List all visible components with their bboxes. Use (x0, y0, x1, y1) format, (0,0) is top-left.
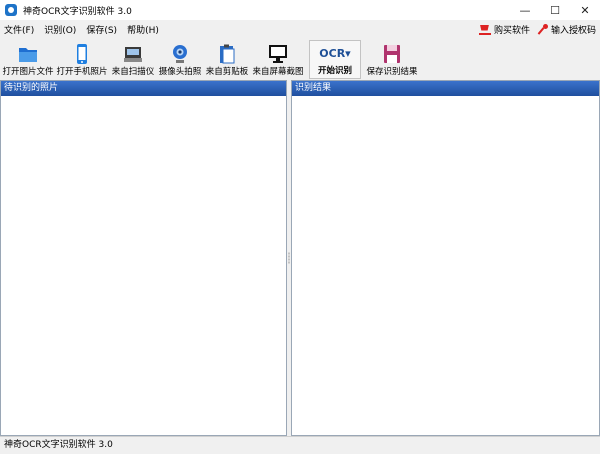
window-title: 神奇OCR文字识别软件 3.0 (23, 6, 132, 17)
from-scanner-button[interactable]: 来自扫描仪 (110, 40, 156, 79)
from-screenshot-label: 来自屏幕截图 (252, 67, 304, 77)
menu-file[interactable]: 文件(F) (0, 23, 39, 36)
start-recognition-label: 开始识别 (317, 66, 352, 76)
window-controls: — ☐ ✕ (510, 0, 600, 20)
save-result-label: 保存识别结果 (366, 67, 418, 77)
title-bar: 神奇OCR文字识别软件 3.0 — ☐ ✕ (0, 0, 600, 20)
open-phone-photo-label: 打开手机照片 (56, 67, 108, 77)
toolbar: 打开图片文件 打开手机照片 来自扫描仪 摄像头拍照 来自剪贴板 来自屏幕截图 O… (0, 39, 600, 81)
save-icon (384, 45, 400, 63)
result-pane-header: 识别结果 (292, 81, 599, 96)
image-pane-header: 待识别的照片 (1, 81, 286, 96)
status-bar: 神奇OCR文字识别软件 3.0 (0, 436, 600, 454)
result-pane[interactable]: 识别结果 (291, 80, 600, 436)
menu-right-links: 购买软件 输入授权码 (471, 20, 596, 39)
key-icon (538, 24, 548, 35)
menu-bar: 文件(F) 识别(O) 保存(S) 帮助(H) 购买软件 输入授权码 (0, 20, 600, 39)
buy-software-link[interactable]: 购买软件 (478, 23, 530, 36)
maximize-button[interactable]: ☐ (540, 0, 570, 20)
webcam-icon (173, 45, 187, 63)
folder-icon (19, 48, 37, 62)
webcam-photo-button[interactable]: 摄像头拍照 (157, 40, 203, 79)
menu-help[interactable]: 帮助(H) (122, 23, 164, 36)
open-image-label: 打开图片文件 (2, 67, 54, 77)
from-scanner-label: 来自扫描仪 (111, 67, 155, 77)
open-phone-photo-button[interactable]: 打开手机照片 (56, 40, 108, 79)
ocr-icon: OCR▾ (319, 47, 351, 60)
open-image-button[interactable]: 打开图片文件 (2, 40, 54, 79)
phone-icon (77, 44, 87, 64)
clipboard-icon (220, 44, 235, 64)
cart-icon (478, 25, 491, 35)
save-result-button[interactable]: 保存识别结果 (364, 40, 420, 79)
buy-software-label: 购买软件 (493, 26, 530, 36)
minimize-button[interactable]: — (510, 0, 540, 20)
scanner-icon (124, 47, 142, 62)
from-screenshot-button[interactable]: 来自屏幕截图 (251, 40, 305, 79)
monitor-icon (269, 45, 287, 63)
webcam-photo-label: 摄像头拍照 (158, 67, 202, 77)
menu-save[interactable]: 保存(S) (81, 23, 122, 36)
app-icon (5, 4, 17, 16)
close-button[interactable]: ✕ (570, 0, 600, 20)
from-clipboard-button[interactable]: 来自剪贴板 (204, 40, 250, 79)
from-clipboard-label: 来自剪贴板 (205, 67, 249, 77)
enter-license-link[interactable]: 输入授权码 (538, 23, 596, 36)
menu-recognize[interactable]: 识别(O) (39, 23, 81, 36)
image-pane[interactable]: 待识别的照片 (0, 80, 287, 436)
start-recognition-button[interactable]: OCR▾ 开始识别 (309, 40, 361, 79)
enter-license-label: 输入授权码 (550, 26, 596, 36)
